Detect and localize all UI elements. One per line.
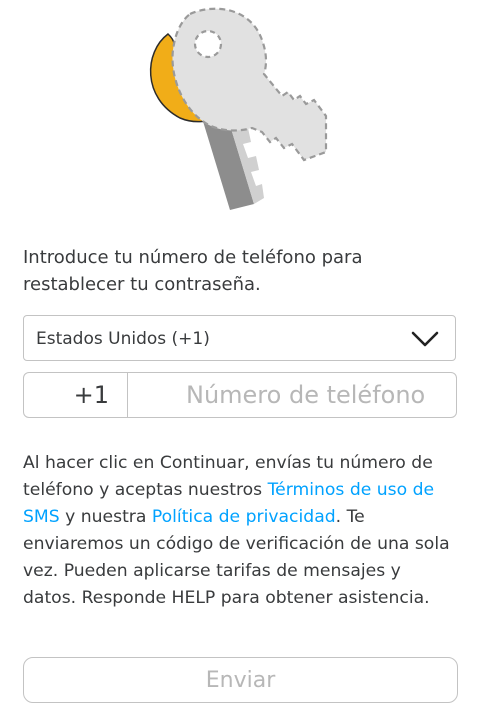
phone-number-input[interactable]	[128, 373, 456, 417]
dial-code-text: +1	[73, 381, 109, 409]
dial-code: +1	[24, 373, 128, 417]
privacy-link[interactable]: Política de privacidad	[152, 507, 336, 527]
legal-text: Al hacer clic en Continuar, envías tu nú…	[23, 450, 455, 612]
keys-icon	[149, 7, 328, 210]
instruction-text: Introduce tu número de teléfono para res…	[23, 247, 363, 295]
phone-field: +1	[23, 372, 457, 418]
country-select-value: Estados Unidos (+1)	[36, 329, 210, 349]
send-button[interactable]: Enviar	[23, 657, 458, 703]
country-select[interactable]: Estados Unidos (+1)	[23, 315, 456, 361]
chevron-down-icon	[411, 331, 439, 347]
legal-text-part2: y nuestra	[59, 507, 152, 527]
